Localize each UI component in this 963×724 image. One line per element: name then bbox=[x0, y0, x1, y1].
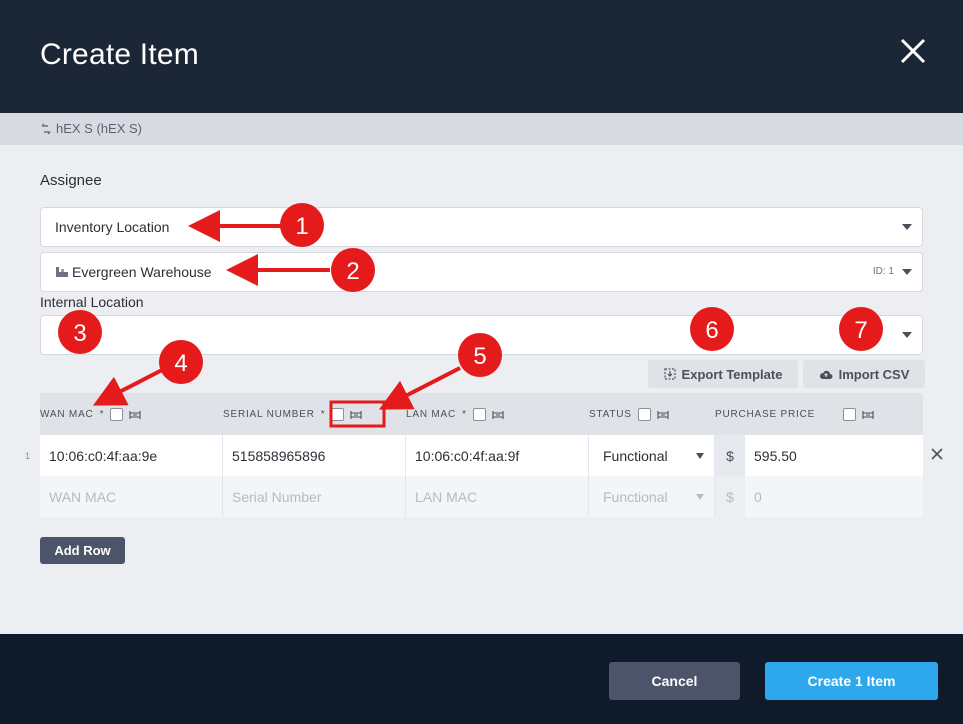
export-template-button[interactable]: Export Template bbox=[648, 360, 798, 388]
sequence-icon[interactable] bbox=[129, 410, 141, 420]
status-value: Functional bbox=[603, 488, 668, 505]
required-mark: * bbox=[462, 409, 467, 420]
lan-mac-input[interactable]: 10:06:c0:4f:aa:9f bbox=[406, 435, 589, 476]
column-status: STATUS bbox=[589, 408, 669, 421]
dialog-title: Create Item bbox=[40, 38, 199, 71]
chevron-down-icon bbox=[902, 269, 912, 275]
chevron-down-icon bbox=[696, 494, 704, 500]
purchase-price-input[interactable]: 595.50 bbox=[745, 435, 923, 476]
sequence-icon[interactable] bbox=[657, 410, 669, 420]
status-value: Functional bbox=[603, 447, 668, 464]
required-mark: * bbox=[99, 409, 105, 420]
assignee-location-value: Evergreen Warehouse bbox=[72, 264, 212, 280]
chevron-down-icon bbox=[902, 332, 912, 338]
status-select[interactable]: Functional bbox=[589, 476, 715, 517]
remove-row-icon[interactable] bbox=[930, 447, 944, 461]
internal-location-label: Internal Location bbox=[40, 294, 144, 310]
required-mark: * bbox=[320, 409, 326, 420]
column-label: WAN MAC bbox=[40, 409, 94, 420]
sequence-icon[interactable] bbox=[862, 410, 874, 420]
wan-mac-input[interactable]: 10:06:c0:4f:aa:9e bbox=[40, 435, 223, 476]
assignee-type-value: Inventory Location bbox=[55, 219, 170, 235]
chevron-down-icon bbox=[696, 453, 704, 459]
template-icon bbox=[663, 368, 676, 380]
new-table-row: WAN MAC Serial Number LAN MAC Functional… bbox=[40, 476, 923, 517]
status-select[interactable]: Functional bbox=[589, 435, 715, 476]
currency-prefix: $ bbox=[715, 435, 745, 476]
items-table-header: WAN MAC * SERIAL NUMBER * LAN MAC * STAT… bbox=[40, 393, 923, 435]
purchase-price-placeholder[interactable]: 0 bbox=[745, 476, 923, 517]
model-info: hEX S (hEX S) bbox=[40, 121, 142, 136]
import-csv-button[interactable]: Import CSV bbox=[803, 360, 925, 388]
currency-prefix: $ bbox=[715, 476, 745, 517]
internal-location-select[interactable] bbox=[40, 315, 923, 355]
table-row: 10:06:c0:4f:aa:9e 515858965896 10:06:c0:… bbox=[40, 435, 923, 476]
assignee-label: Assignee bbox=[40, 172, 102, 189]
column-checkbox[interactable] bbox=[331, 408, 345, 421]
column-checkbox[interactable] bbox=[110, 408, 124, 421]
column-checkbox[interactable] bbox=[843, 408, 857, 421]
column-label: STATUS bbox=[589, 409, 632, 420]
column-lan-mac: LAN MAC * bbox=[406, 408, 504, 421]
column-wan-mac: WAN MAC * bbox=[40, 408, 141, 421]
assignee-type-select[interactable]: Inventory Location bbox=[40, 207, 923, 247]
link-icon bbox=[41, 123, 51, 134]
column-purchase-price: PURCHASE PRICE bbox=[715, 408, 874, 421]
column-checkbox[interactable] bbox=[637, 408, 651, 421]
assignee-location-select[interactable]: Evergreen Warehouse ID: 1 bbox=[40, 252, 923, 292]
import-csv-label: Import CSV bbox=[838, 366, 910, 382]
row-index: 1 bbox=[25, 451, 31, 461]
lan-mac-placeholder[interactable]: LAN MAC bbox=[406, 476, 589, 517]
model-bar: hEX S (hEX S) bbox=[0, 113, 963, 145]
sequence-icon[interactable] bbox=[492, 410, 504, 420]
model-label: hEX S (hEX S) bbox=[56, 121, 142, 136]
column-serial-number: SERIAL NUMBER * bbox=[223, 408, 362, 421]
location-id-tag: ID: 1 bbox=[872, 266, 894, 277]
close-icon[interactable] bbox=[896, 34, 930, 68]
column-checkbox[interactable] bbox=[472, 408, 486, 421]
create-item-button[interactable]: Create 1 Item bbox=[765, 662, 938, 700]
sequence-icon[interactable] bbox=[350, 410, 362, 420]
column-label: SERIAL NUMBER bbox=[223, 409, 315, 420]
serial-number-input[interactable]: 515858965896 bbox=[223, 435, 406, 476]
column-label: LAN MAC bbox=[406, 409, 457, 420]
chevron-down-icon bbox=[902, 224, 912, 230]
add-row-button[interactable]: Add Row bbox=[40, 537, 125, 564]
column-label: PURCHASE PRICE bbox=[715, 409, 816, 420]
cloud-upload-icon bbox=[819, 370, 833, 379]
wan-mac-placeholder[interactable]: WAN MAC bbox=[40, 476, 223, 517]
warehouse-icon bbox=[56, 267, 68, 277]
serial-number-placeholder[interactable]: Serial Number bbox=[223, 476, 406, 517]
dialog-header: Create Item bbox=[0, 0, 963, 113]
export-template-label: Export Template bbox=[681, 366, 783, 382]
cancel-button[interactable]: Cancel bbox=[609, 662, 740, 700]
